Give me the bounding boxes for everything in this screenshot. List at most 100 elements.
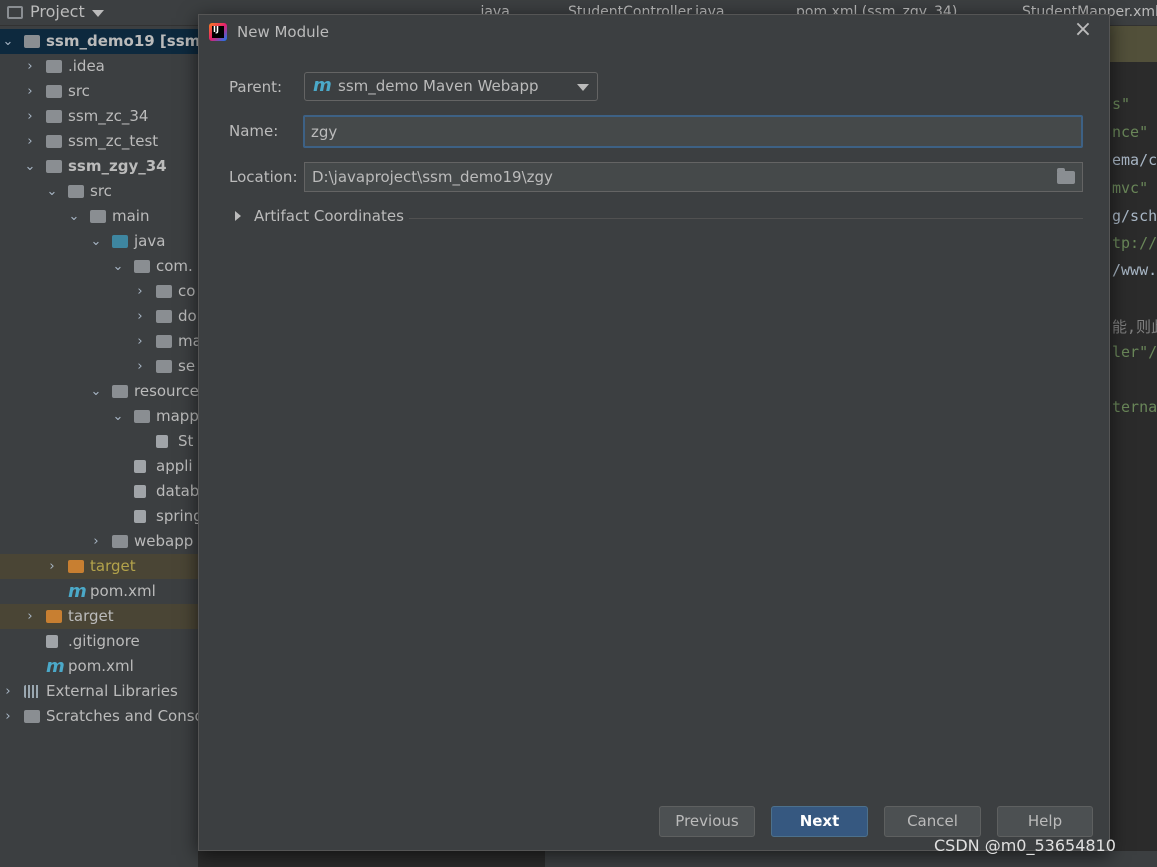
folder-icon xyxy=(68,185,84,198)
tree-item[interactable]: ⌄ main xyxy=(0,204,198,229)
tree-item[interactable]: › .idea xyxy=(0,54,198,79)
chevron-right-icon[interactable]: › xyxy=(24,129,36,154)
tree-item[interactable]: › co xyxy=(0,279,198,304)
chevron-down-icon xyxy=(577,84,589,91)
tree-item[interactable]: datab xyxy=(0,479,198,504)
folder-browse-icon[interactable] xyxy=(1057,168,1075,184)
code-line: ema/c xyxy=(1112,151,1157,169)
close-icon[interactable]: × xyxy=(1072,19,1094,43)
code-line: nce" xyxy=(1112,123,1149,141)
tree-item-label: .gitignore xyxy=(68,632,140,650)
tree-item[interactable]: › do xyxy=(0,304,198,329)
folder-icon xyxy=(46,610,62,623)
chevron-down-icon[interactable] xyxy=(92,10,104,17)
chevron-right-icon[interactable]: › xyxy=(134,279,146,304)
file-icon xyxy=(134,485,146,498)
tree-item[interactable]: m pom.xml xyxy=(0,654,198,679)
tree-item[interactable]: St xyxy=(0,429,198,454)
code-line: 能,则此 xyxy=(1112,318,1157,336)
code-line: s" xyxy=(1112,95,1131,113)
parent-dropdown[interactable]: m ssm_demo Maven Webapp xyxy=(304,72,598,101)
parent-label: Parent: xyxy=(229,78,283,96)
previous-button[interactable]: Previous xyxy=(659,806,755,837)
chevron-right-icon[interactable]: › xyxy=(24,104,36,129)
tree-item[interactable]: › webapp xyxy=(0,529,198,554)
chevron-right-icon[interactable]: › xyxy=(46,554,58,579)
tree-item[interactable]: ⌄ mapp xyxy=(0,404,198,429)
folder-icon xyxy=(46,85,62,98)
watermark: CSDN @m0_53654810 xyxy=(934,836,1116,855)
chevron-right-icon[interactable]: › xyxy=(134,354,146,379)
chevron-down-icon[interactable]: ⌄ xyxy=(24,154,36,179)
file-icon xyxy=(134,510,146,523)
tree-item-label: .idea xyxy=(68,57,105,75)
tree-item[interactable]: ⌄ java xyxy=(0,229,198,254)
maven-icon: m xyxy=(68,581,87,602)
tree-item-label: mapp xyxy=(156,407,198,425)
tree-item[interactable]: › ma xyxy=(0,329,198,354)
folder-icon xyxy=(24,35,40,48)
tree-item-label: pom.xml xyxy=(90,582,156,600)
file-icon xyxy=(134,460,146,473)
code-line: g/sch xyxy=(1112,207,1157,225)
next-button[interactable]: Next xyxy=(771,806,868,837)
help-button[interactable]: Help xyxy=(997,806,1093,837)
tree-item[interactable]: ⌄ ssm_demo19 [ssm_d xyxy=(0,29,198,54)
parent-dropdown-value: ssm_demo Maven Webapp xyxy=(338,77,539,95)
chevron-down-icon[interactable]: ⌄ xyxy=(112,254,124,279)
chevron-down-icon[interactable]: ⌄ xyxy=(2,29,14,54)
chevron-right-icon[interactable] xyxy=(235,211,241,221)
tree-item-label: se xyxy=(178,357,196,375)
folder-icon xyxy=(112,535,128,548)
new-module-dialog: IJ New Module × Parent: m ssm_demo Maven… xyxy=(198,14,1110,851)
tree-item[interactable]: › External Libraries xyxy=(0,679,198,704)
cancel-button[interactable]: Cancel xyxy=(884,806,981,837)
chevron-right-icon[interactable]: › xyxy=(24,604,36,629)
code-line: ler"/ xyxy=(1112,343,1157,361)
chevron-down-icon[interactable]: ⌄ xyxy=(90,379,102,404)
tree-item[interactable]: .gitignore xyxy=(0,629,198,654)
chevron-down-icon[interactable]: ⌄ xyxy=(68,204,80,229)
folder-icon xyxy=(134,260,150,273)
chevron-right-icon[interactable]: › xyxy=(24,54,36,79)
tree-item[interactable]: › ssm_zc_34 xyxy=(0,104,198,129)
chevron-down-icon[interactable]: ⌄ xyxy=(112,404,124,429)
tree-item-label: External Libraries xyxy=(46,682,178,700)
chevron-down-icon[interactable]: ⌄ xyxy=(46,179,58,204)
tree-item[interactable]: ⌄ resource xyxy=(0,379,198,404)
library-icon xyxy=(24,685,40,698)
project-header-label[interactable]: Project xyxy=(30,2,85,21)
tree-item[interactable]: › src xyxy=(0,79,198,104)
tree-item-label: target xyxy=(68,607,114,625)
tree-item-label: src xyxy=(68,82,90,100)
chevron-right-icon[interactable]: › xyxy=(90,529,102,554)
tree-item[interactable]: › se xyxy=(0,354,198,379)
editor-notification-bar xyxy=(1110,26,1157,62)
chevron-right-icon[interactable]: › xyxy=(2,704,14,729)
project-view-icon[interactable] xyxy=(7,6,23,19)
tree-item[interactable]: ⌄ com. xyxy=(0,254,198,279)
folder-icon xyxy=(24,710,40,723)
tree-item[interactable]: › Scratches and Conso xyxy=(0,704,198,729)
tree-item[interactable]: m pom.xml xyxy=(0,579,198,604)
chevron-right-icon[interactable]: › xyxy=(134,329,146,354)
tree-item[interactable]: › ssm_zc_test xyxy=(0,129,198,154)
artifact-coordinates-toggle[interactable]: Artifact Coordinates xyxy=(254,207,404,225)
location-label: Location: xyxy=(229,168,298,186)
tree-item-label: src xyxy=(90,182,112,200)
location-field[interactable] xyxy=(304,162,1083,192)
folder-icon xyxy=(134,410,150,423)
folder-icon xyxy=(156,360,172,373)
chevron-right-icon[interactable]: › xyxy=(134,304,146,329)
separator xyxy=(409,218,1083,219)
tree-item[interactable]: appli xyxy=(0,454,198,479)
chevron-right-icon[interactable]: › xyxy=(2,679,14,704)
tree-item[interactable]: › target xyxy=(0,554,198,579)
name-field[interactable] xyxy=(303,115,1083,148)
tree-item[interactable]: › target xyxy=(0,604,198,629)
chevron-down-icon[interactable]: ⌄ xyxy=(90,229,102,254)
tree-item[interactable]: ⌄ src xyxy=(0,179,198,204)
tree-item[interactable]: spring xyxy=(0,504,198,529)
chevron-right-icon[interactable]: › xyxy=(24,79,36,104)
tree-item[interactable]: ⌄ ssm_zgy_34 xyxy=(0,154,198,179)
